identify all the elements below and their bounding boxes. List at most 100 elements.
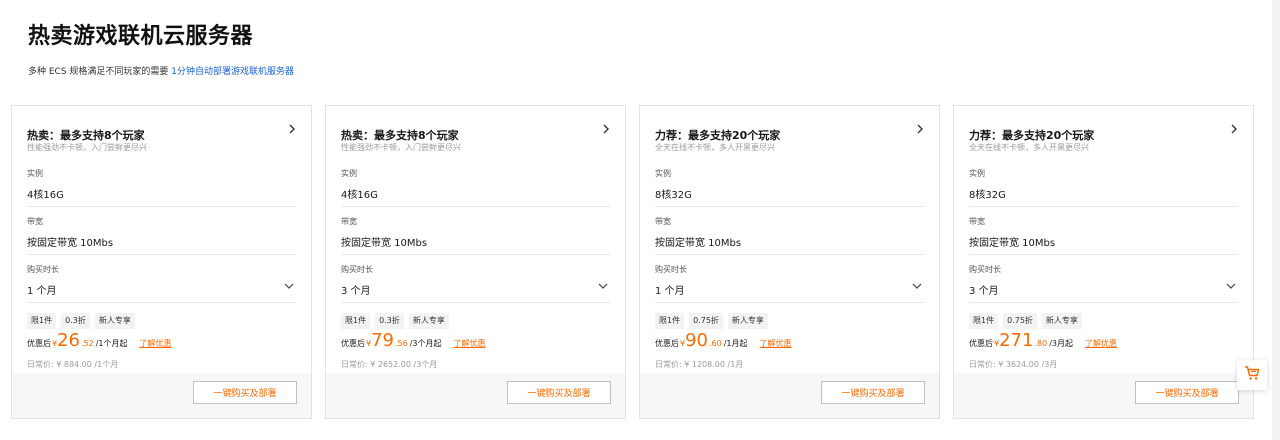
tag-newcomer: 新人专享 (94, 313, 135, 329)
divider (655, 302, 924, 303)
divider (341, 254, 610, 255)
price-unit: /3个月起 (409, 339, 442, 348)
price-unit: /1个月起 (95, 339, 128, 348)
shopping-cart-icon (1244, 365, 1260, 385)
card-title[interactable]: 热卖：最多支持8个玩家 (27, 129, 145, 142)
card-title[interactable]: 力荐：最多支持20个玩家 (969, 129, 1094, 142)
instance-label: 实例 (969, 169, 985, 178)
divider (27, 254, 296, 255)
instance-label: 实例 (341, 169, 357, 178)
tag-discount: 0.3折 (375, 313, 404, 329)
card-title[interactable]: 力荐：最多支持20个玩家 (655, 129, 780, 142)
card-header[interactable]: 热卖：最多支持8个玩家 (27, 123, 296, 142)
tag-limit: 限1件 (969, 313, 999, 329)
chevron-right-icon[interactable] (1230, 123, 1238, 137)
tag-discount: 0.75折 (1003, 313, 1037, 329)
tag-newcomer: 新人专享 (1041, 313, 1082, 329)
bandwidth-value: 按固定带宽 10Mbs (655, 238, 742, 249)
price-row: 优惠后 ¥ 26 .52 /1个月起 了解优惠 (27, 331, 172, 355)
price-decimal: .80 (1034, 339, 1048, 348)
duration-value: 1 个月 (27, 286, 57, 297)
discount-info-link[interactable]: 了解优惠 (454, 338, 486, 349)
instance-value: 4核16G (341, 190, 378, 201)
bandwidth-label: 带宽 (969, 217, 985, 226)
card-footer: 一键购买及部署 (326, 373, 625, 418)
chevron-down-icon[interactable] (1226, 282, 1236, 293)
duration-select[interactable]: 3 个月 (969, 282, 1238, 297)
divider (655, 206, 924, 207)
divider (655, 254, 924, 255)
discount-info-link[interactable]: 了解优惠 (1085, 338, 1117, 349)
bandwidth-value: 按固定带宽 10Mbs (969, 238, 1056, 249)
tag-newcomer: 新人专享 (408, 313, 449, 329)
regular-price: 日常价: ¥ 884.00 /1个月 (27, 360, 119, 369)
duration-value: 3 个月 (341, 286, 371, 297)
price-prefix: 优惠后 (341, 339, 365, 348)
section-title: 热卖游戏联机云服务器 (28, 24, 254, 49)
product-card: 力荐：最多支持20个玩家 全天在线不卡顿，多人开黑更尽兴 实例 8核32G 带宽… (953, 105, 1254, 419)
chevron-down-icon[interactable] (284, 282, 294, 293)
divider (969, 206, 1238, 207)
deploy-guide-link[interactable]: 1分钟自动部署游戏联机服务器 (171, 67, 294, 77)
chevron-right-icon[interactable] (602, 123, 610, 137)
buy-and-deploy-button[interactable]: 一键购买及部署 (821, 381, 925, 404)
duration-select[interactable]: 1 个月 (655, 282, 924, 297)
instance-label: 实例 (27, 169, 43, 178)
price-integer: 26 (57, 330, 80, 351)
duration-value: 3 个月 (969, 286, 999, 297)
price-integer: 271 (999, 330, 1034, 351)
product-card: 热卖：最多支持8个玩家 性能强劲不卡顿，入门尝鲜更尽兴 实例 4核16G 带宽 … (325, 105, 626, 419)
price-row: 优惠后 ¥ 90 .60 /1月起 了解优惠 (655, 331, 792, 355)
duration-select[interactable]: 3 个月 (341, 282, 610, 297)
promo-tags: 限1件 0.3折 新人专享 (341, 313, 449, 329)
divider (27, 206, 296, 207)
tag-discount: 0.75折 (689, 313, 723, 329)
card-description: 全天在线不卡顿，多人开黑更尽兴 (969, 143, 1089, 152)
bandwidth-value: 按固定带宽 10Mbs (341, 238, 428, 249)
card-footer: 一键购买及部署 (954, 373, 1253, 418)
page-scrollbar[interactable] (1272, 0, 1280, 440)
chevron-right-icon[interactable] (288, 123, 296, 137)
promo-tags: 限1件 0.75折 新人专享 (969, 313, 1082, 329)
promo-tags: 限1件 0.3折 新人专享 (27, 313, 135, 329)
price-unit: /1月起 (723, 339, 748, 348)
promo-tags: 限1件 0.75折 新人专享 (655, 313, 768, 329)
price-prefix: 优惠后 (969, 339, 993, 348)
buy-and-deploy-button[interactable]: 一键购买及部署 (1135, 381, 1239, 404)
floating-cart-button[interactable] (1237, 360, 1267, 390)
subtitle-text: 多种 ECS 规格满足不同玩家的需要 (28, 67, 169, 77)
price-prefix: 优惠后 (27, 339, 51, 348)
price-decimal: .60 (709, 339, 722, 348)
card-header[interactable]: 力荐：最多支持20个玩家 (969, 123, 1238, 142)
price-unit: /3月起 (1049, 339, 1073, 348)
duration-label: 购买时长 (341, 265, 373, 274)
instance-label: 实例 (655, 169, 671, 178)
discount-info-link[interactable]: 了解优惠 (140, 338, 172, 349)
price-row: 优惠后 ¥ 271 .80 /3月起 了解优惠 (969, 331, 1117, 355)
buy-and-deploy-button[interactable]: 一键购买及部署 (193, 381, 297, 404)
duration-select[interactable]: 1 个月 (27, 282, 296, 297)
price-decimal: .56 (395, 339, 408, 348)
card-title[interactable]: 热卖：最多支持8个玩家 (341, 129, 459, 142)
chevron-right-icon[interactable] (916, 123, 924, 137)
regular-price: 日常价: ¥ 1208.00 /1月 (655, 360, 744, 369)
buy-and-deploy-button[interactable]: 一键购买及部署 (507, 381, 611, 404)
duration-label: 购买时长 (27, 265, 59, 274)
product-card: 力荐：最多支持20个玩家 全天在线不卡顿，多人开黑更尽兴 实例 8核32G 带宽… (639, 105, 940, 419)
regular-price: 日常价: ¥ 2652.00 /3个月 (341, 360, 438, 369)
chevron-down-icon[interactable] (598, 282, 608, 293)
duration-label: 购买时长 (969, 265, 1001, 274)
card-header[interactable]: 力荐：最多支持20个玩家 (655, 123, 924, 142)
discount-info-link[interactable]: 了解优惠 (760, 338, 792, 349)
chevron-down-icon[interactable] (912, 282, 922, 293)
duration-label: 购买时长 (655, 265, 687, 274)
card-header[interactable]: 热卖：最多支持8个玩家 (341, 123, 610, 142)
card-footer: 一键购买及部署 (640, 373, 939, 418)
price-prefix: 优惠后 (655, 339, 679, 348)
instance-value: 8核32G (969, 190, 1006, 201)
bandwidth-label: 带宽 (27, 217, 43, 226)
price-integer: 79 (371, 330, 394, 351)
tag-newcomer: 新人专享 (727, 313, 768, 329)
divider (341, 302, 610, 303)
divider (341, 206, 610, 207)
